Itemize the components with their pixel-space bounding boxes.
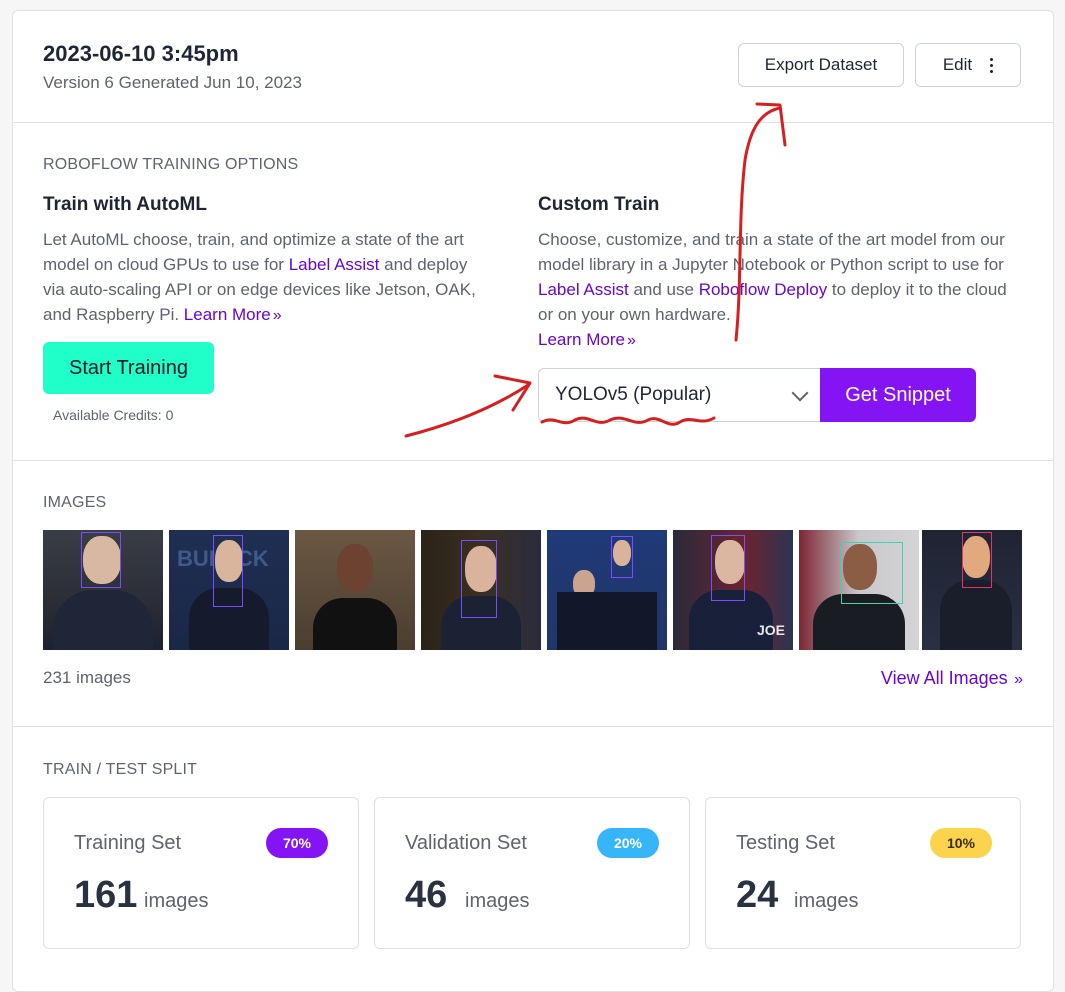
bounding-box bbox=[711, 535, 745, 601]
body-shape bbox=[940, 580, 1012, 650]
image-thumbnail[interactable] bbox=[799, 530, 919, 650]
training-options-label: ROBOFLOW TRAINING OPTIONS bbox=[43, 156, 299, 173]
percent-badge: 10% bbox=[930, 828, 992, 858]
body-shape bbox=[313, 598, 397, 650]
split-count: 24 bbox=[736, 874, 779, 916]
kebab-menu-icon bbox=[990, 57, 994, 73]
learn-more-label: Learn More bbox=[183, 305, 271, 324]
get-snippet-label: Get Snippet bbox=[845, 383, 951, 406]
get-snippet-button[interactable]: Get Snippet bbox=[820, 368, 976, 422]
roboflow-deploy-link[interactable]: Roboflow Deploy bbox=[699, 280, 828, 299]
export-dataset-button[interactable]: Export Dataset bbox=[738, 43, 904, 87]
split-unit: images bbox=[465, 890, 530, 912]
split-name: Training Set bbox=[74, 832, 182, 854]
chevron-down-icon bbox=[791, 384, 809, 402]
image-thumbnail[interactable] bbox=[295, 530, 415, 650]
double-chevron-right-icon: » bbox=[272, 307, 282, 324]
bounding-box bbox=[962, 532, 992, 588]
image-thumbnail[interactable]: BUI ACK bbox=[169, 530, 289, 650]
image-thumbnail[interactable] bbox=[547, 530, 667, 650]
background-text: JOE bbox=[757, 622, 786, 638]
double-chevron-right-icon: » bbox=[1009, 671, 1023, 688]
available-credits: Available Credits: 0 bbox=[53, 407, 174, 423]
bounding-box bbox=[841, 542, 903, 604]
custom-train-description: Choose, customize, and train a state of … bbox=[538, 227, 1008, 353]
automl-label-assist-link[interactable]: Label Assist bbox=[289, 255, 380, 274]
edit-label: Edit bbox=[942, 55, 973, 74]
split-count: 161 bbox=[74, 874, 138, 916]
split-count: 46 bbox=[405, 874, 448, 916]
custom-learn-more-link[interactable]: Learn More» bbox=[538, 330, 636, 349]
automl-title: Train with AutoML bbox=[43, 194, 207, 215]
bounding-box bbox=[213, 535, 243, 607]
view-all-images-link[interactable]: View All Images » bbox=[881, 668, 1023, 689]
version-subtitle: Version 6 Generated Jun 10, 2023 bbox=[43, 73, 302, 92]
image-thumbnail[interactable]: JOE bbox=[673, 530, 793, 650]
split-name: Validation Set bbox=[405, 832, 527, 854]
image-thumbnail[interactable] bbox=[43, 530, 163, 650]
custom-label-assist-link[interactable]: Label Assist bbox=[538, 280, 629, 299]
split-card-training: Training Set 70% 161 images bbox=[43, 797, 359, 949]
body-shape bbox=[557, 592, 657, 650]
bounding-box bbox=[81, 532, 121, 588]
body-shape bbox=[53, 590, 153, 650]
version-card: 2023-06-10 3:45pm Version 6 Generated Ju… bbox=[12, 10, 1054, 992]
split-card-validation: Validation Set 20% 46 images bbox=[374, 797, 690, 949]
divider bbox=[13, 726, 1053, 727]
edit-button[interactable]: Edit bbox=[915, 43, 1021, 87]
split-unit: images bbox=[794, 890, 859, 912]
automl-learn-more-link[interactable]: Learn More» bbox=[184, 305, 282, 324]
image-count: 231 images bbox=[43, 668, 131, 687]
custom-train-title: Custom Train bbox=[538, 194, 660, 215]
custom-text: Choose, customize, and train a state of … bbox=[538, 230, 1005, 274]
image-thumbnail[interactable] bbox=[922, 530, 1022, 650]
bounding-box bbox=[461, 540, 497, 618]
start-training-button[interactable]: Start Training bbox=[43, 342, 214, 394]
double-chevron-right-icon: » bbox=[626, 332, 636, 349]
export-dataset-label: Export Dataset bbox=[764, 55, 878, 74]
page-title: 2023-06-10 3:45pm bbox=[43, 41, 239, 66]
split-card-testing: Testing Set 10% 24 images bbox=[705, 797, 1021, 949]
split-label: TRAIN / TEST SPLIT bbox=[43, 761, 198, 778]
split-name: Testing Set bbox=[736, 832, 835, 854]
percent-badge: 20% bbox=[597, 828, 659, 858]
divider bbox=[13, 460, 1053, 461]
images-label: IMAGES bbox=[43, 494, 107, 511]
automl-description: Let AutoML choose, train, and optimize a… bbox=[43, 227, 493, 328]
percent-badge: 70% bbox=[266, 828, 328, 858]
model-select[interactable]: YOLOv5 (Popular) bbox=[538, 368, 820, 422]
model-select-value: YOLOv5 (Popular) bbox=[555, 384, 712, 405]
custom-text-2: and use bbox=[628, 280, 699, 299]
learn-more-label: Learn More bbox=[538, 330, 625, 349]
image-thumbnail[interactable] bbox=[421, 530, 541, 650]
view-all-images-label: View All Images bbox=[880, 668, 1008, 688]
divider bbox=[13, 122, 1053, 123]
split-unit: images bbox=[144, 890, 209, 912]
start-training-label: Start Training bbox=[69, 356, 188, 379]
face-shape bbox=[337, 544, 373, 592]
bounding-box bbox=[611, 536, 633, 578]
